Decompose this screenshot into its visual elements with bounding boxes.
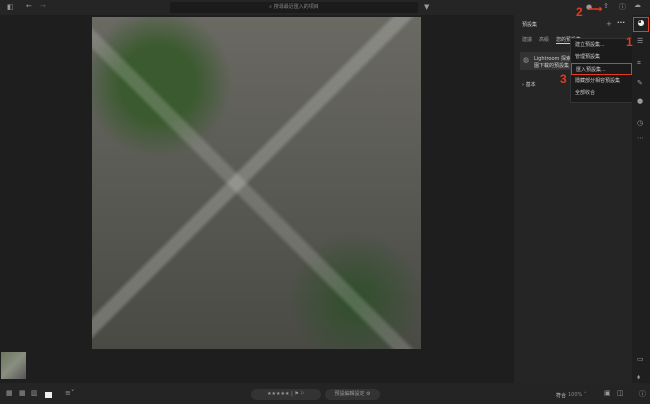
top-bar: ◧ ← → ⌕ 搜尋最近匯入的項目 ▼ ● ⇪ ⓘ ☁ bbox=[0, 0, 650, 15]
annotation-arrow: ⟶ bbox=[588, 4, 603, 15]
star-rating[interactable]: ★★★★★ bbox=[267, 391, 289, 397]
compare-icon[interactable]: ◫ bbox=[617, 389, 624, 397]
healing-icon[interactable]: ✎ bbox=[637, 79, 643, 87]
panel-toggle-icon[interactable]: ◧ bbox=[7, 3, 14, 11]
section-basic[interactable]: › 基本 bbox=[522, 81, 536, 88]
menu-item-create[interactable]: 建立預設集... bbox=[571, 39, 632, 51]
cloud-icon[interactable]: ☁ bbox=[634, 1, 641, 9]
more-icon[interactable]: ⋯ bbox=[637, 134, 644, 142]
comment-icon[interactable]: ▭ bbox=[637, 355, 644, 363]
share-icon[interactable]: ⇪ bbox=[603, 2, 609, 10]
annotation-step-2: 2 bbox=[576, 5, 583, 19]
presets-menu: 建立預設集... 管理預設集 匯入預設集... 隱藏部分相容預設集 全部收合 bbox=[570, 38, 633, 103]
tab-premium[interactable]: 高級 bbox=[539, 36, 549, 43]
rating-flags[interactable]: ★★★★★ | ⚑ ⚐ bbox=[251, 389, 321, 400]
help-icon[interactable]: ⓘ bbox=[619, 2, 626, 12]
flag-buttons[interactable]: ⚑ ⚐ bbox=[294, 391, 305, 397]
info-icon[interactable]: ⓘ bbox=[639, 389, 646, 399]
gear-icon: ⚙ bbox=[366, 391, 371, 397]
notice-box: ◍ Lightroom 探索到... 園下載的預設集 bbox=[520, 52, 581, 70]
more-options-button[interactable]: ··· bbox=[617, 19, 625, 27]
square-grid-icon[interactable]: ▦ bbox=[19, 389, 26, 397]
panel-title: 預設集 bbox=[522, 22, 538, 28]
forward-icon[interactable]: → bbox=[40, 2, 46, 10]
reset-edits-button[interactable]: 預設編輯設定 ⚙ bbox=[325, 389, 380, 400]
zoom-dropdown[interactable]: 100% ˅ bbox=[568, 392, 586, 398]
annotation-step-1: 1 bbox=[626, 35, 633, 49]
add-icon[interactable]: + bbox=[606, 20, 612, 28]
presets-icon[interactable]: ◕ bbox=[633, 17, 649, 32]
sort-icon[interactable]: ≡˅ bbox=[65, 389, 74, 397]
menu-item-import[interactable]: 匯入預設集... bbox=[571, 63, 632, 75]
tab-recommended[interactable]: 建議 bbox=[522, 36, 532, 43]
annotation-step-3: 3 bbox=[560, 72, 567, 86]
tag-icon[interactable]: ⬧ bbox=[637, 373, 640, 382]
headset-icon: ◍ bbox=[523, 56, 530, 64]
crop-icon[interactable]: ⌗ bbox=[637, 59, 641, 68]
back-icon[interactable]: ← bbox=[26, 2, 32, 10]
menu-item-manage[interactable]: 管理預設集 bbox=[571, 51, 632, 63]
filter-icon[interactable]: ▼ bbox=[424, 3, 429, 11]
before-after-icon[interactable]: ▣ bbox=[604, 389, 611, 397]
photo-preview bbox=[92, 17, 421, 349]
menu-item-hide-partial[interactable]: 隱藏部分相容預設集 bbox=[571, 75, 632, 87]
edit-icon[interactable]: ☰ bbox=[637, 37, 643, 45]
menu-item-collapse-all[interactable]: 全部收合 bbox=[571, 87, 632, 99]
detail-view-icon[interactable]: ▥ bbox=[31, 389, 38, 397]
fit-button[interactable]: 符合 bbox=[556, 392, 566, 399]
filmstrip-thumbnail[interactable] bbox=[1, 352, 26, 379]
masking-icon[interactable]: ● bbox=[637, 97, 643, 105]
grid-view-icon[interactable]: ▦ bbox=[6, 389, 13, 397]
loupe-view-icon[interactable] bbox=[45, 392, 52, 398]
search-input[interactable]: ⌕ 搜尋最近匯入的項目 bbox=[170, 2, 418, 13]
history-icon[interactable]: ◷ bbox=[637, 119, 643, 127]
tool-strip: ◕ ☰ ⌗ ✎ ● ◷ ⋯ ▭ ⬧ bbox=[632, 15, 650, 383]
